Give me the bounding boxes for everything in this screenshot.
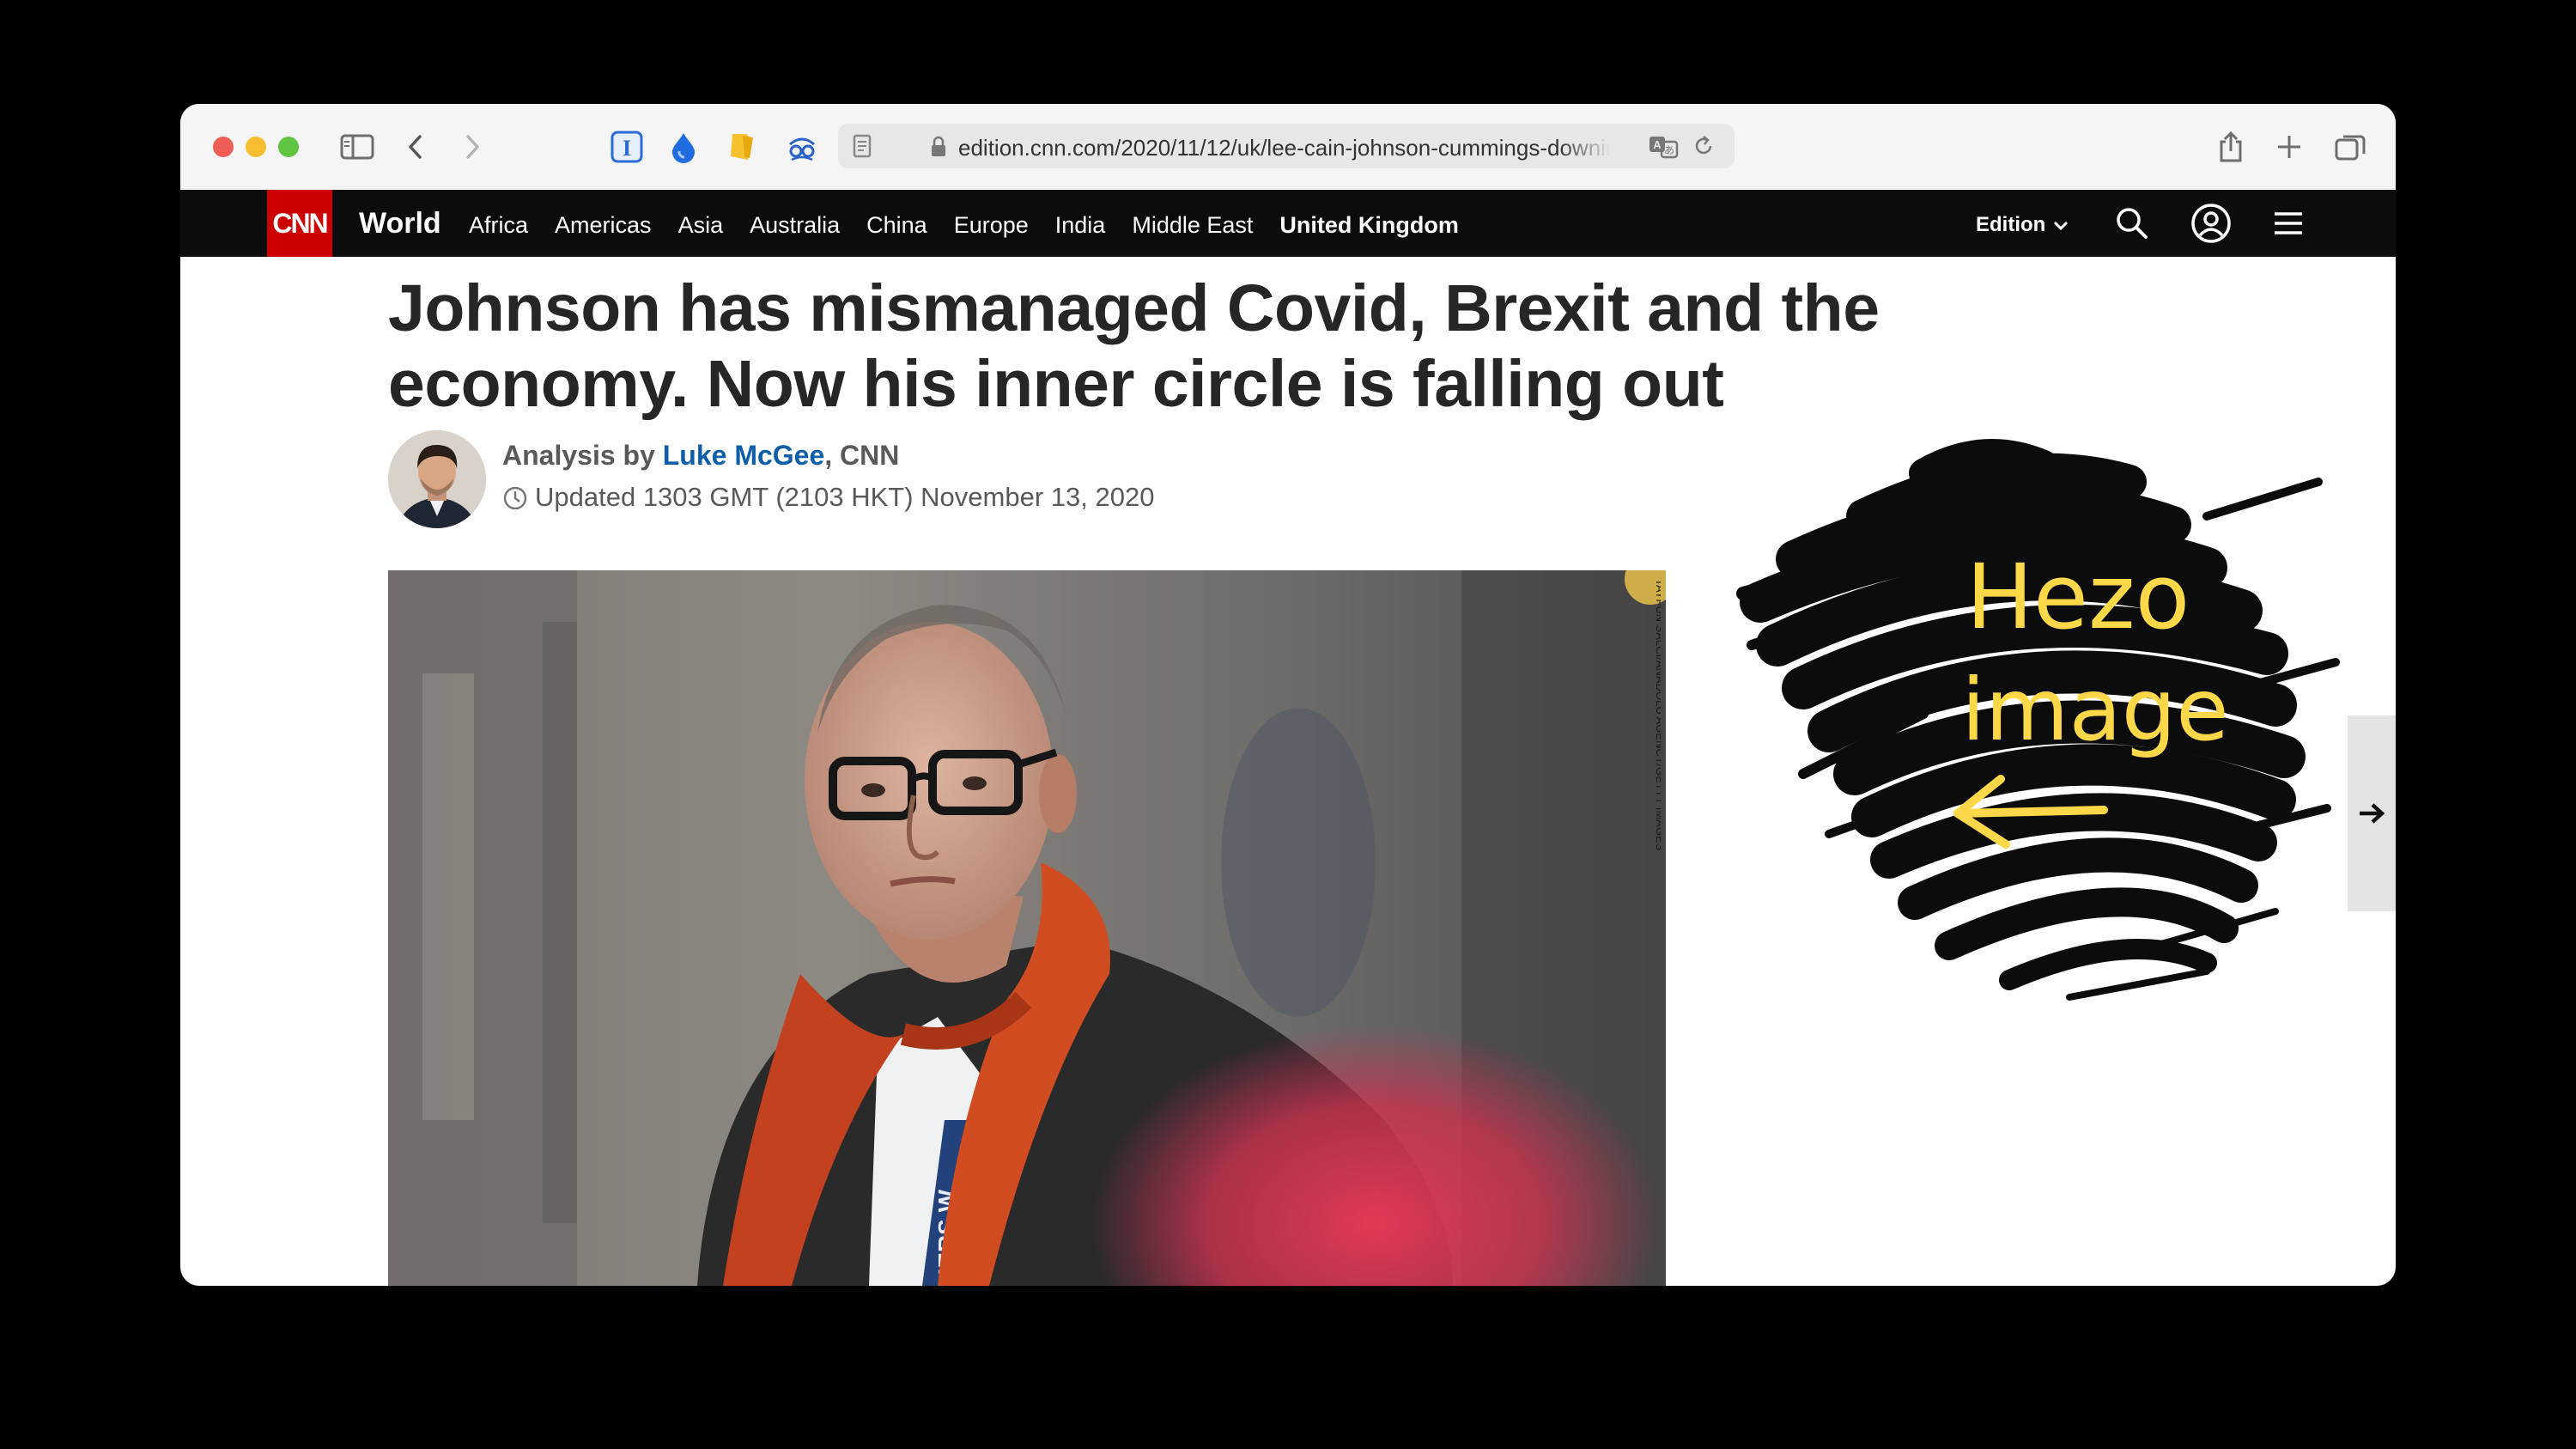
sidebar-icon[interactable] [337,126,378,167]
article-headline: Johnson has mismanaged Covid, Brexit and… [388,271,1880,421]
nav-link-asia[interactable]: Asia [678,212,724,239]
nav-link-australia[interactable]: Australia [750,212,840,239]
instapaper-icon[interactable]: I [606,126,647,167]
notes-icon[interactable] [721,126,762,167]
lock-icon [929,135,948,163]
address-bar[interactable]: edition.cnn.com/2020/11/12/uk/lee-cain-j… [838,124,1735,168]
chevron-down-icon [2054,221,2069,230]
reload-icon[interactable] [1692,134,1716,162]
minimize-window-button[interactable] [246,137,266,157]
zoom-window-button[interactable] [278,137,299,157]
photo-credit: TAYFUN SALCI/ANADOLU AGENCY/GETTY IMAGES [1643,579,1666,871]
account-icon[interactable] [2190,202,2233,245]
edition-label: Edition [1976,213,2046,236]
updated-timestamp: Updated 1303 GMT (2103 HKT) November 13,… [502,482,1154,513]
photo-credit-text: TAYFUN SALCI/ANADOLU AGENCY/GETTY IMAGES [1654,579,1661,851]
menu-icon[interactable] [2267,202,2310,245]
nav-link-europe[interactable]: Europe [954,212,1029,239]
new-tab-icon[interactable] [2269,126,2310,167]
cnn-nav-bar: CNN World Africa Americas Asia Australia… [180,190,2396,257]
browser-toolbar: I edition.cnn.com/2020/11/12/uk/lee-cain… [180,104,2396,191]
share-icon[interactable] [2210,126,2251,167]
updated-text: Updated 1303 GMT (2103 HKT) November 13,… [535,482,1155,512]
search-icon[interactable] [2111,202,2154,245]
hero-image[interactable]: HERS W TAYFUN SALCI/A [388,570,1666,1286]
annotation-scribble: Hezo image [1726,430,2344,1083]
next-arrow-button[interactable] [2348,715,2396,911]
nav-link-united-kingdom[interactable]: United Kingdom [1279,212,1458,239]
close-window-button[interactable] [213,137,234,157]
byline-prefix: Analysis by [502,440,663,471]
reader-icon[interactable] [850,132,874,164]
url-text[interactable]: edition.cnn.com/2020/11/12/uk/lee-cain-j… [958,135,1611,161]
byline-suffix: , CNN [824,440,900,471]
nav-link-africa[interactable]: Africa [469,212,528,239]
forward-icon[interactable] [452,126,493,167]
tabs-overview-icon[interactable] [2330,126,2371,167]
translate-icon[interactable]: Aあ [1647,132,1681,164]
author-avatar[interactable] [388,430,486,528]
arrow-right-icon [2360,803,2385,824]
svg-text:あ: あ [1664,144,1674,156]
browser-window: I edition.cnn.com/2020/11/12/uk/lee-cain… [180,104,2396,1286]
cnn-logo[interactable]: CNN [267,190,332,257]
annotation-line2: image [1961,660,2228,760]
nav-link-middle-east[interactable]: Middle East [1132,212,1253,239]
edition-dropdown[interactable]: Edition [1976,213,2069,237]
annotation-line1: Hezo [1966,545,2190,649]
nav-links: Africa Americas Asia Australia China Eur… [469,212,1459,239]
author-link[interactable]: Luke McGee [663,440,825,471]
svg-text:I: I [623,136,631,161]
nav-link-americas[interactable]: Americas [555,212,652,239]
nav-link-china[interactable]: China [866,212,927,239]
back-icon[interactable] [395,126,436,167]
spy-icon[interactable] [781,126,823,167]
nav-link-india[interactable]: India [1055,212,1106,239]
section-title[interactable]: World [359,207,441,240]
byline: Analysis by Luke McGee, CNN [502,440,899,472]
clock-icon [503,486,527,510]
drop-icon[interactable] [663,126,704,167]
